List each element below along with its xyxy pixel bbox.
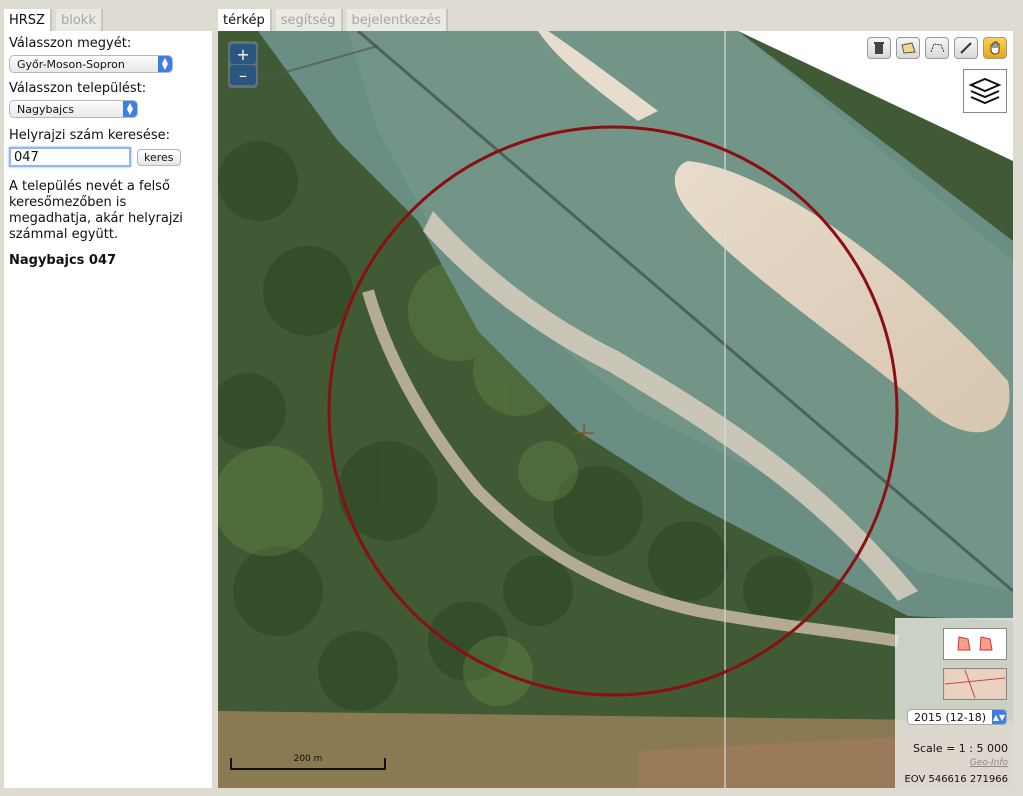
parcel-outline-icon (957, 636, 971, 651)
settlement-select[interactable]: Nagybajcs ▲ ▼ (9, 100, 138, 118)
settlement-value: Nagybajcs (17, 102, 75, 116)
layers-icon[interactable] (963, 69, 1007, 113)
trash-icon[interactable] (867, 37, 891, 59)
select-arrows-icon: ▲▼ (992, 710, 1006, 724)
line-icon[interactable] (925, 37, 949, 59)
basemap-thumbnail[interactable] (943, 668, 1007, 700)
search-sidebar: Válasszon megyét: Győr-Moson-Sopron ▲ ▼ V… (4, 31, 212, 788)
tab-blokk[interactable]: blokk (55, 9, 103, 31)
search-hint: A település nevét a felső keresőmezőben … (9, 179, 183, 242)
tab-bejelentkezes[interactable]: bejelentkezés (346, 9, 448, 31)
eov-coordinates: EOV 546616 271966 (904, 774, 1008, 785)
tab-hrsz[interactable]: HRSZ (4, 9, 52, 31)
county-select[interactable]: Győr-Moson-Sopron ▲ ▼ (9, 55, 173, 73)
parcel-label: Helyrajzi szám keresése: (9, 128, 170, 143)
settlement-label: Válasszon települést: (9, 81, 147, 96)
select-arrows-icon: ▲▼ (158, 56, 172, 72)
pencil-icon[interactable] (954, 37, 978, 59)
scale-bar: 200 m (230, 754, 386, 770)
search-button[interactable]: keres (137, 148, 181, 166)
map-info-panel: 2015 (12-18) ▲▼ Scale = 1 : 5 000 Geo-In… (895, 618, 1013, 788)
year-select[interactable]: 2015 (12-18) ▲▼ (907, 709, 1007, 725)
right-tabbar: térkép segítség bejelentkezés (218, 0, 1018, 31)
county-label: Válasszon megyét: (9, 36, 132, 51)
scale-text: Scale = 1 : 5 000 (913, 742, 1008, 755)
zoom-in-button[interactable]: + (230, 44, 256, 64)
parcel-input[interactable]: 047 (9, 147, 131, 167)
parcel-layer-toggle[interactable] (943, 628, 1007, 660)
tab-segitseg[interactable]: segítség (275, 9, 343, 31)
year-select-value: 2015 (12-18) (914, 710, 987, 724)
county-value: Győr-Moson-Sopron (17, 57, 125, 71)
search-result[interactable]: Nagybajcs 047 (9, 253, 207, 268)
tab-terkep[interactable]: térkép (218, 9, 272, 31)
zoom-out-button[interactable]: – (230, 65, 256, 85)
aerial-image (218, 31, 1013, 788)
polygon-icon[interactable] (896, 37, 920, 59)
scale-bar-label: 200 m (293, 754, 323, 764)
parcel-outline-icon (979, 636, 993, 651)
map-view[interactable]: + – 200 m 2015 (12-18) ▲▼ Scale = 1: 5 … (218, 31, 1013, 788)
map-toolbar (867, 37, 1007, 59)
select-arrows-icon: ▲▼ (123, 101, 137, 117)
zoom-control: + – (228, 41, 258, 88)
credits-link[interactable]: Geo-Info (970, 758, 1008, 768)
hand-icon[interactable] (983, 37, 1007, 59)
left-tabbar: HRSZ blokk (4, 0, 212, 31)
